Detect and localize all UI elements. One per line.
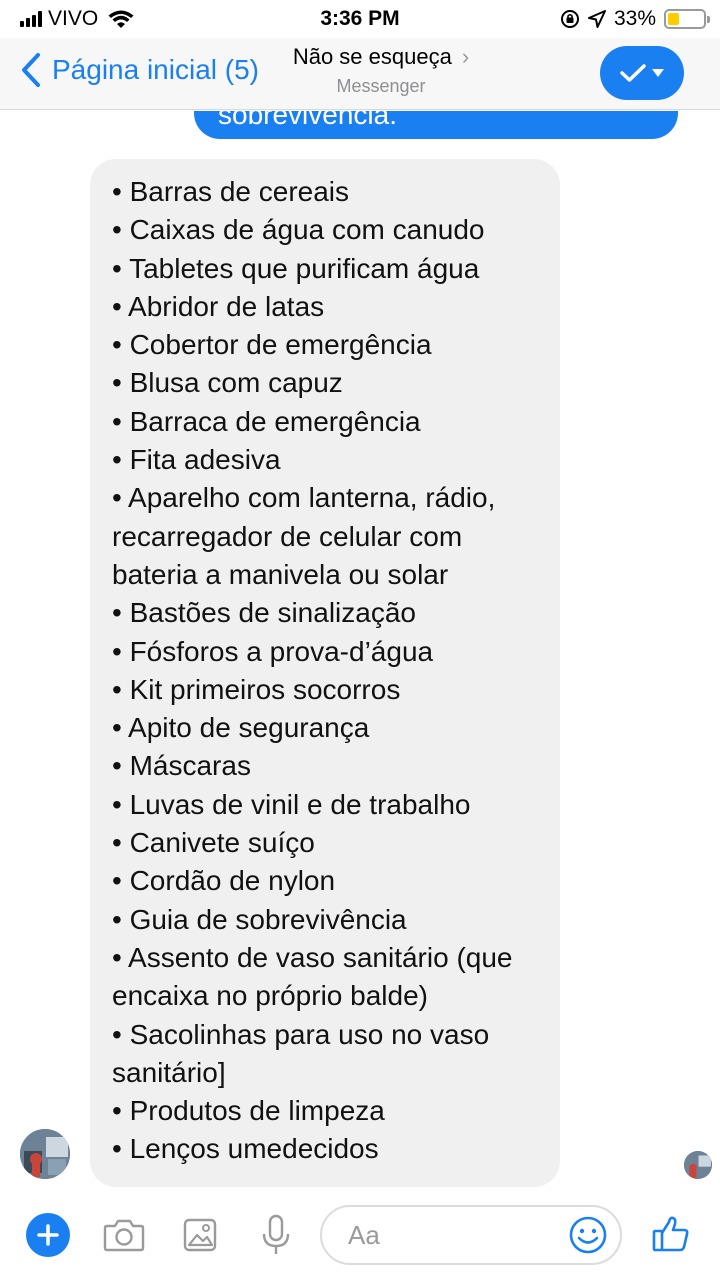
message-line: • Barraca de emergência xyxy=(112,405,421,437)
message-line: • Tabletes que purificam água xyxy=(112,252,480,284)
message-line: • Máscaras xyxy=(112,750,251,782)
seen-avatar-image xyxy=(684,1151,712,1179)
seen-avatar xyxy=(684,1151,712,1179)
sender-avatar[interactable] xyxy=(20,1129,70,1179)
location-icon xyxy=(587,10,606,28)
message-line: • Cobertor de emergência xyxy=(112,329,432,361)
message-line: • Blusa com capuz xyxy=(112,367,343,399)
composer-bar xyxy=(0,1195,720,1280)
message-line: • Kit primeiros socorros xyxy=(112,673,401,705)
conversation-subtitle: Messenger xyxy=(336,76,426,96)
like-button[interactable] xyxy=(648,1211,694,1257)
message-line: • Lenços umedecidos xyxy=(112,1133,379,1165)
microphone-button[interactable] xyxy=(254,1213,298,1257)
message-line: • Guia de sobrevivência xyxy=(112,903,407,935)
received-message-bubble[interactable]: • Barras de cereais • Caixas de água com … xyxy=(90,159,560,1187)
message-line: • Luvas de vinil e de trabalho xyxy=(112,788,471,820)
message-line: • Cordão de nylon xyxy=(112,865,336,897)
message-line: • Fósforos a prova-d’água xyxy=(112,635,434,667)
battery-icon xyxy=(664,9,710,29)
caret-down-icon xyxy=(652,69,664,77)
message-line: • Bastões de sinalização xyxy=(112,597,416,629)
chevron-right-icon: › xyxy=(461,44,470,69)
done-button[interactable] xyxy=(600,46,684,100)
camera-icon xyxy=(103,1219,145,1252)
back-button[interactable]: Página inicial (5) xyxy=(20,52,259,88)
message-input-container[interactable] xyxy=(320,1205,622,1265)
status-bar: VIVO 3:36 PM 33% xyxy=(0,0,720,38)
chevron-left-icon xyxy=(22,53,40,87)
message-line: • Produtos de limpeza xyxy=(112,1095,385,1127)
gallery-button[interactable] xyxy=(178,1213,222,1257)
message-line: • Canivete suíço xyxy=(112,827,315,859)
battery-percent: 33% xyxy=(613,7,656,30)
emoji-icon[interactable] xyxy=(568,1215,608,1255)
message-line: • Aparelho com lanterna, rádio, xyxy=(112,482,496,514)
message-line: • Assento de vaso sanitário (que xyxy=(112,941,513,973)
nav-bar: Página inicial (5) Não se esqueça › Mess… xyxy=(0,38,720,110)
avatar-image xyxy=(20,1129,70,1179)
check-icon xyxy=(620,64,646,82)
message-input[interactable] xyxy=(348,1220,568,1251)
conversation-title: Não se esqueça xyxy=(292,44,452,69)
chat-area[interactable]: sobrevivência. • Barras de cereais • Caix… xyxy=(0,111,720,1195)
microphone-icon xyxy=(262,1214,290,1254)
plus-button[interactable] xyxy=(26,1213,70,1257)
message-line: • Apito de segurança xyxy=(112,712,370,744)
message-line: sanitário] xyxy=(112,1056,226,1088)
message-line: recarregador de celular com xyxy=(112,520,463,552)
sent-message-text: sobrevivência. xyxy=(218,111,397,130)
camera-button[interactable] xyxy=(102,1213,146,1257)
back-label: Página inicial (5) xyxy=(52,54,259,85)
message-line: • Abridor de latas xyxy=(112,290,325,322)
thumbs-up-icon xyxy=(652,1216,689,1252)
status-right: 33% xyxy=(560,7,710,31)
rotation-lock-icon xyxy=(560,10,579,28)
message-line: • Barras de cereais xyxy=(112,176,350,207)
message-line: bateria a manivela ou solar xyxy=(112,558,449,590)
message-line: encaixa no próprio balde) xyxy=(112,980,428,1012)
conversation-header[interactable]: Não se esqueça › Messenger xyxy=(250,44,512,97)
message-line: • Caixas de água com canudo xyxy=(112,214,485,246)
plus-icon xyxy=(37,1224,59,1246)
message-line: • Sacolinhas para uso no vaso xyxy=(112,1018,490,1050)
message-line: • Fita adesiva xyxy=(112,444,281,476)
sent-message-bubble[interactable]: sobrevivência. xyxy=(194,111,678,139)
gallery-icon xyxy=(183,1218,217,1252)
